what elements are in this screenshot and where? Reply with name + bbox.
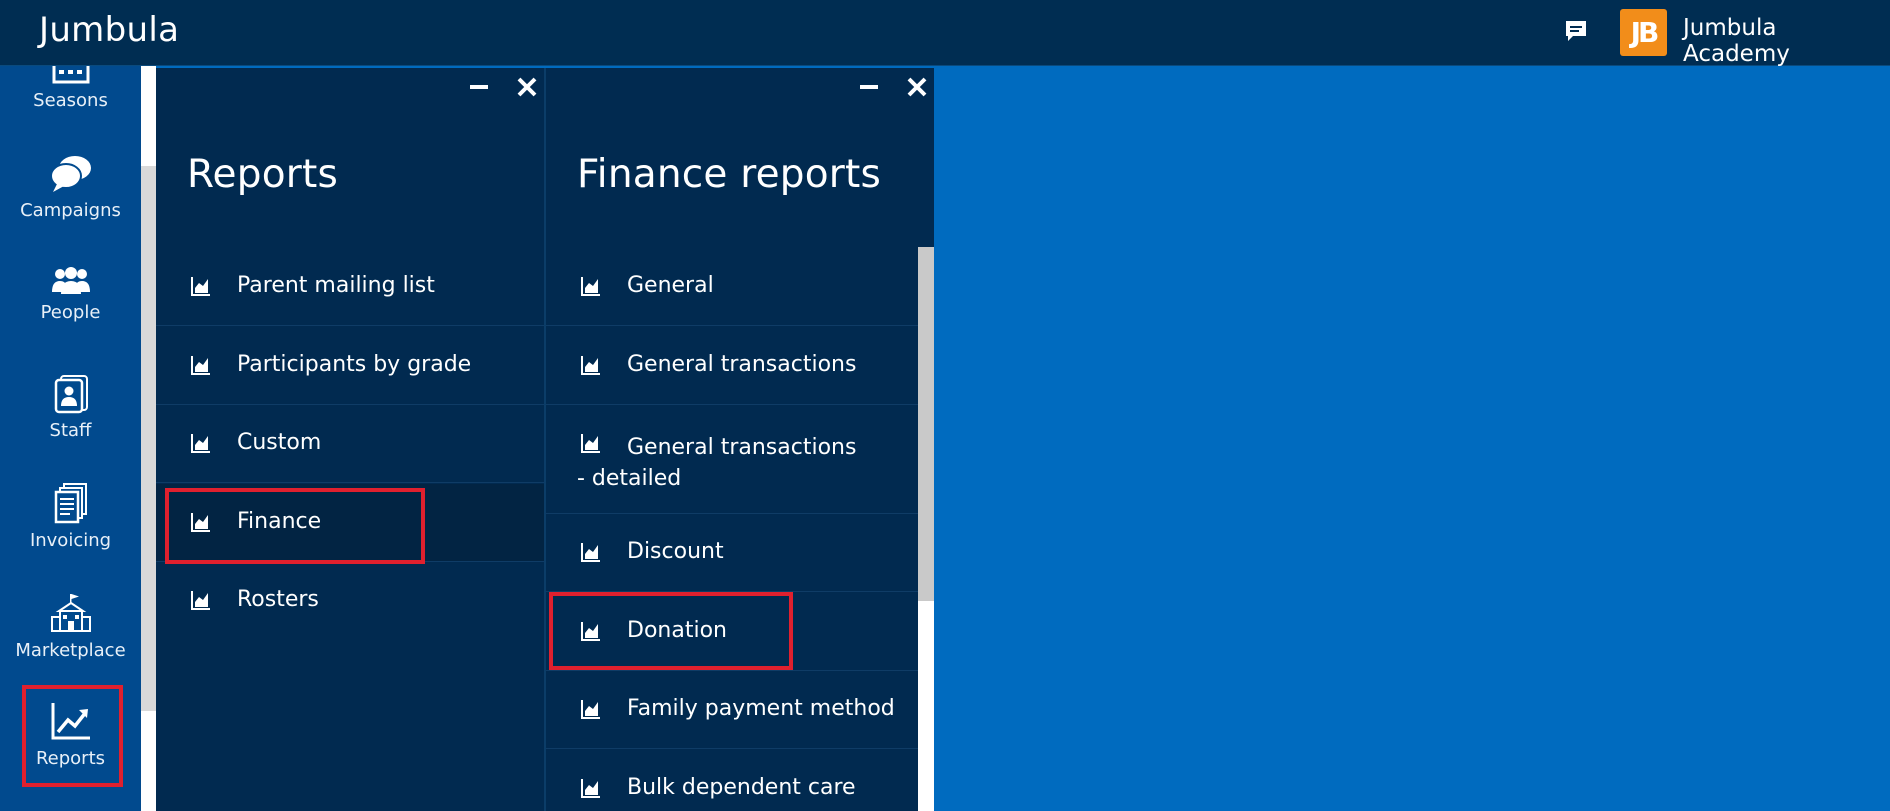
- main-sidebar: Seasons Campaigns People Staff Invoicing…: [0, 66, 141, 811]
- report-item-rosters[interactable]: Rosters: [156, 562, 544, 640]
- sidebar-item-label: People: [40, 302, 101, 323]
- chart-icon: [191, 591, 210, 610]
- list-item-label: Finance: [237, 509, 322, 534]
- chart-icon: [191, 356, 210, 375]
- list-item-label: Parent mailing list: [237, 273, 435, 298]
- speech-bubbles-icon: [49, 156, 91, 192]
- finance-item-general[interactable]: General: [546, 248, 918, 326]
- sidebar-item-reports[interactable]: Reports: [0, 700, 141, 769]
- report-item-custom[interactable]: Custom: [156, 405, 544, 483]
- chart-icon: [581, 543, 600, 562]
- scrollbar-thumb[interactable]: [918, 247, 934, 601]
- finance-item-general-transactions-detailed[interactable]: General transactions - detailed: [546, 405, 918, 514]
- list-item-label: Custom: [237, 430, 322, 455]
- finance-item-donation[interactable]: Donation: [546, 593, 918, 671]
- report-item-participants-by-grade[interactable]: Participants by grade: [156, 327, 544, 405]
- close-icon[interactable]: [906, 76, 928, 98]
- chart-icon: [581, 277, 600, 296]
- sidebar-item-staff[interactable]: Staff: [0, 374, 141, 441]
- chart-icon: [581, 779, 600, 798]
- chart-icon: [191, 277, 210, 296]
- minimize-icon[interactable]: [468, 76, 490, 98]
- line-chart-icon: [51, 703, 90, 740]
- main-workspace: [934, 68, 1890, 811]
- close-icon[interactable]: [516, 76, 538, 98]
- list-item-label: Family payment method: [627, 696, 895, 721]
- sidebar-item-label: Seasons: [33, 90, 108, 111]
- calendar-grid-icon: [52, 66, 89, 84]
- list-item-label: General transactions: [627, 352, 857, 377]
- people-group-icon: [51, 267, 90, 294]
- id-badge-icon: [54, 375, 88, 414]
- sidebar-item-people[interactable]: People: [0, 266, 141, 323]
- report-item-parent-mailing-list[interactable]: Parent mailing list: [156, 248, 544, 326]
- account-avatar[interactable]: JB: [1620, 9, 1667, 56]
- finance-item-family-payment-method[interactable]: Family payment method: [546, 671, 918, 749]
- list-item-label: General transactions - detailed: [577, 435, 857, 491]
- sidebar-item-label: Staff: [49, 420, 92, 441]
- panel-title: Finance reports: [577, 152, 882, 197]
- chart-icon: [581, 356, 600, 375]
- list-item-label: Discount: [627, 539, 724, 564]
- sidebar-item-invoicing[interactable]: Invoicing: [0, 482, 141, 551]
- sidebar-item-marketplace[interactable]: Marketplace: [0, 592, 141, 661]
- top-bar: Jumbula JB Jumbula Academy: [0, 0, 1890, 67]
- sidebar-item-label: Campaigns: [20, 200, 121, 221]
- finance-item-general-transactions[interactable]: General transactions: [546, 327, 918, 405]
- report-item-finance[interactable]: Finance: [156, 484, 544, 562]
- list-item-label: Donation: [627, 618, 727, 643]
- account-name[interactable]: Jumbula Academy: [1683, 15, 1890, 67]
- sidebar-item-label: Reports: [35, 748, 106, 769]
- sidebar-scrollbar[interactable]: [141, 66, 156, 811]
- list-item-label: Participants by grade: [237, 352, 472, 377]
- sidebar-item-campaigns[interactable]: Campaigns: [0, 154, 141, 221]
- brand-logo[interactable]: Jumbula: [39, 10, 179, 50]
- schoolhouse-icon: [50, 594, 91, 632]
- chat-bubble-icon[interactable]: [1563, 18, 1589, 44]
- finance-item-bulk-dependent-care[interactable]: Bulk dependent care: [546, 750, 918, 811]
- chart-icon: [191, 434, 210, 453]
- list-item-label: Rosters: [237, 587, 319, 612]
- list-item-label: Bulk dependent care: [627, 775, 856, 800]
- list-item-label: General: [627, 273, 714, 298]
- documents-stack-icon: [54, 483, 87, 524]
- scrollbar-thumb[interactable]: [141, 166, 156, 711]
- sidebar-item-label: Invoicing: [29, 530, 112, 551]
- panel-title: Reports: [187, 152, 339, 197]
- chart-icon: [191, 513, 210, 532]
- chart-icon: [581, 622, 600, 641]
- chart-icon: [581, 700, 600, 719]
- finance-item-discount[interactable]: Discount: [546, 514, 918, 592]
- sidebar-item-label: Marketplace: [15, 640, 126, 661]
- sidebar-item-seasons[interactable]: Seasons: [0, 66, 141, 111]
- finance-panel-scrollbar[interactable]: [918, 247, 934, 811]
- minimize-icon[interactable]: [858, 76, 880, 98]
